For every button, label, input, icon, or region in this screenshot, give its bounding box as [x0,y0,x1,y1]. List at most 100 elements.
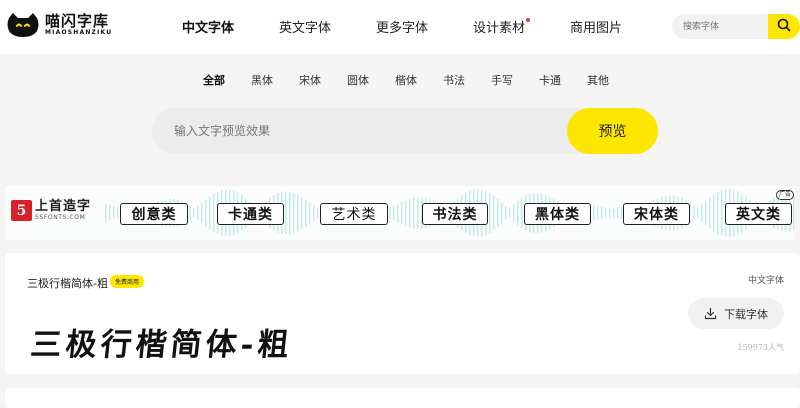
free-commercial-badge: 免费商用 [110,275,145,288]
tab-all[interactable]: 全部 [200,72,228,91]
wave-bar [213,194,215,232]
wave-bar [301,197,303,229]
font-card[interactable]: 三极行楷简体-粗 免费商用 中文字体 三极行楷简体-粗 下载字体 159973人… [5,253,800,374]
cat-face-icon [6,12,40,38]
tab-label: 圆体 [347,74,369,87]
brand-text: 上首造字 SSFONTS.COM [35,200,91,222]
wave-bar [409,198,411,228]
wave-bar [501,202,503,224]
tab-kaiti[interactable]: 楷体 [395,72,417,88]
wave-bar [609,208,611,218]
font-preview-sample[interactable]: 三极行楷简体-粗 [29,319,296,364]
wave-bar [313,205,315,221]
wave-bar [713,194,715,232]
wave-bar [405,200,407,226]
tab-songti[interactable]: 宋体 [299,72,321,88]
nav-item-label: 中文字体 [182,21,235,36]
wave-bar [189,205,191,221]
tab-label: 黑体 [251,74,273,87]
wave-bar [293,193,295,233]
wave-bar [521,197,523,229]
wave-bar [489,192,491,234]
top-header: 喵闪字库 MIAOSHANZIKU 中文字体 英文字体 更多字体 设计素材 商用… [0,0,800,54]
nav-item-more-fonts[interactable]: 更多字体 [376,17,428,36]
wave-bar [513,203,515,223]
banner-tag-art[interactable]: 艺术类 [320,203,388,225]
tab-label: 楷体 [395,74,417,87]
popularity-count: 159973人气 [737,343,784,352]
site-logo[interactable]: 喵闪字库 MIAOSHANZIKU [6,12,112,38]
search-button[interactable] [768,14,800,39]
wave-bar [197,206,199,220]
wave-bar [517,200,519,226]
logo-text: 喵闪字库 MIAOSHANZIKU [45,13,112,37]
ad-banner[interactable]: 5 上首造字 SSFONTS.COM 创意类 卡通类 艺术类 书法类 黑体类 宋… [5,186,795,240]
wave-bar [193,208,195,218]
download-font-button[interactable]: 下载字体 [688,298,784,329]
nav-item-commercial-images[interactable]: 商用图片 [570,17,622,36]
banner-tag-cartoon[interactable]: 卡通类 [217,203,284,225]
wave-bar [389,207,391,219]
tab-label: 宋体 [299,74,321,87]
tab-heiti[interactable]: 黑体 [251,72,273,88]
wave-bar [113,206,115,220]
download-icon [704,307,717,320]
tab-handwriting[interactable]: 手写 [491,72,513,88]
banner-tag-songti[interactable]: 宋体类 [623,203,690,225]
notification-dot [526,18,531,22]
active-underline [183,38,234,42]
ad-label: 广告 [776,190,795,200]
nav-item-english-fonts[interactable]: 英文字体 [279,17,331,36]
preview-bar: 预览 [152,108,658,154]
wave-bar [417,197,419,229]
banner-brand: 5 上首造字 SSFONTS.COM [11,200,91,221]
wave-bar [289,191,291,235]
wave-bar [597,205,599,221]
search-icon [777,17,791,36]
tab-yuanti[interactable]: 圆体 [347,72,369,88]
wave-bar [105,203,107,223]
banner-tag-calligraphy[interactable]: 书法类 [422,203,488,225]
wave-bar [605,207,607,219]
wave-bar [397,203,399,223]
tab-label: 手写 [491,74,513,87]
wave-bar [413,197,415,229]
wave-bar [493,195,495,231]
download-label: 下载字体 [724,307,768,321]
wave-bar [117,207,119,219]
nav-item-design-assets[interactable]: 设计素材 [473,17,531,36]
wave-bar [317,207,319,219]
wave-bar [697,208,699,218]
wave-bar [593,205,595,221]
wave-bar [285,191,287,235]
category-tabs: 全部 黑体 宋体 圆体 楷体 书法 手写 卡通 其他 [0,72,800,92]
wave-bar [209,196,211,230]
preview-text-input[interactable] [152,108,568,154]
wave-bar [793,195,795,231]
preview-button[interactable]: 预览 [567,108,658,154]
font-card-next[interactable] [5,388,800,408]
nav-item-chinese-fonts[interactable]: 中文字体 [182,17,235,42]
wave-bar [505,206,507,220]
search-input[interactable] [672,14,768,39]
brand-logo-icon: 5 [11,200,32,221]
tab-label: 全部 [203,74,225,87]
tab-calligraphy[interactable]: 书法 [443,72,465,88]
nav-item-label: 设计素材 [473,21,526,36]
wave-bar [497,198,499,228]
tab-label: 卡通 [539,74,561,87]
wave-bar [693,206,695,220]
wave-bar [201,202,203,224]
wave-bar [717,191,719,235]
nav-item-label: 更多字体 [376,21,429,36]
font-title[interactable]: 三极行楷简体-粗 [27,275,108,291]
banner-tag-heiti[interactable]: 黑体类 [524,203,591,225]
banner-tag-english[interactable]: 英文类 [725,203,792,225]
wave-bar [109,205,111,221]
wave-bar [393,205,395,221]
tab-other[interactable]: 其他 [587,72,609,88]
banner-tag-creative[interactable]: 创意类 [120,203,188,225]
tab-cartoon[interactable]: 卡通 [539,72,561,88]
logo-name: 喵闪字库 [45,12,110,30]
wave-bar [205,199,207,227]
